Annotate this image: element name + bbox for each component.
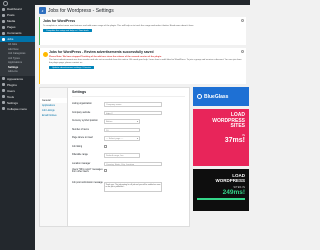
page-title: Jobs for Wordpress - Settings [48, 7, 114, 14]
form-row: Listing organization Company name [72, 100, 185, 109]
ad-headline: SITES [230, 123, 245, 129]
main-content: J Jobs for Wordpress - Settings Jobs for… [35, 5, 250, 250]
notice-tracking: Jobs for WordPress To complete or select… [39, 17, 246, 45]
collapse-icon [2, 107, 5, 110]
form-row: Job post submission message Thank you. Th… [72, 181, 185, 194]
company-website-input[interactable]: https:// [104, 110, 162, 115]
ad-bar [197, 198, 245, 200]
form-row: Currency symbol position Before [72, 117, 185, 126]
field-label: Page where to insert [72, 137, 94, 140]
form-row: Job listing [72, 143, 185, 152]
notice-tracking-text: To complete or select more new features … [43, 24, 194, 27]
settings-panel: General Applications Job Listings Email … [39, 87, 190, 227]
filterable-range-input[interactable]: Default range, km [104, 153, 140, 158]
close-icon[interactable] [241, 50, 244, 53]
notice-tracking-title: Jobs for WordPress [43, 19, 76, 23]
page-header: J Jobs for Wordpress - Settings [39, 5, 250, 16]
form-row: Location manager Country, State, City, Lo… [72, 160, 185, 169]
form-row: Users "Why report" messages from other u… [72, 168, 185, 181]
ad-time: 249ms! [222, 189, 245, 196]
plugins-icon [2, 83, 5, 86]
notice-review-text: The latest advertisement was from vendor… [49, 58, 242, 64]
hosting-ad-black[interactable]: LOAD WORDPRESS SITES IN 249ms! [193, 169, 249, 211]
media-icon [2, 19, 5, 23]
blueglass-ad[interactable]: BlueGlass [193, 87, 249, 106]
update-settings-button[interactable]: Update advertisement settings / Dismiss [49, 66, 95, 70]
tools-icon [2, 95, 5, 98]
appearance-icon [2, 77, 5, 80]
location-manager-input[interactable]: Country, State, City, Location [104, 161, 162, 166]
ad-headline: WORDPRESS [215, 178, 245, 183]
users-icon [2, 89, 5, 92]
form-row: Filterable range Default range, km [72, 151, 185, 160]
field-label: Currency symbol position [72, 120, 98, 123]
posts-icon [2, 13, 5, 17]
notice-review: Jobs for WordPress - Review advertisemen… [39, 48, 246, 84]
field-label: Job listing [72, 145, 83, 148]
field-label: Company website [72, 111, 91, 114]
submenu-item-add-ons[interactable]: Add-ons [0, 70, 35, 75]
field-label: Number of items [72, 128, 89, 131]
field-label: Listing organization [72, 103, 92, 106]
admin-sidebar: Dashboard Posts Media Pages Comments Job… [0, 0, 35, 250]
currency-position-select[interactable]: Before [104, 119, 140, 124]
field-label: Location manager [72, 162, 91, 165]
sidebar-item-collapse[interactable]: Collapse menu [0, 106, 35, 112]
blueglass-logo-icon [197, 94, 202, 99]
listing-organization-input[interactable]: Company name [104, 102, 162, 107]
page-select[interactable]: — Select page — [104, 136, 140, 141]
settings-icon [2, 101, 5, 104]
form-row: Page where to insert — Select page — [72, 134, 185, 143]
form-row: Company website https:// [72, 109, 185, 118]
notice-review-title: Jobs for WordPress - Review advertisemen… [49, 50, 154, 54]
job-listing-checkbox[interactable] [104, 145, 107, 149]
why-report-checkbox[interactable] [104, 169, 107, 172]
jobs-submenu: All Jobs Add New Job Categories Job Type… [0, 42, 35, 76]
complete-setup-button[interactable]: Complete the setup and help us / Dont tr… [43, 29, 92, 33]
field-label: Filterable range [72, 154, 88, 157]
dashboard-icon [2, 7, 5, 11]
hosting-ad-pink[interactable]: LOAD WORDPRESS SITES IN 37ms! [193, 109, 249, 166]
wordpress-icon [3, 0, 8, 6]
tab-email-notices[interactable]: Email Notices [40, 113, 67, 118]
close-icon[interactable] [241, 19, 244, 22]
field-label: Users "Why report" messages from other u… [72, 169, 103, 173]
jobs-icon [2, 37, 5, 41]
section-title: Settings [72, 90, 185, 97]
form-row: Number of items 10 [72, 126, 185, 135]
ad-time: 37ms! [224, 136, 245, 144]
settings-form: Settings Listing organization Company nam… [68, 88, 189, 226]
pages-icon [2, 25, 5, 29]
plugin-logo: J [39, 7, 46, 14]
ads-column: BlueGlass LOAD WORDPRESS SITES IN 37ms! … [193, 87, 249, 227]
submission-message-textarea[interactable]: Thank you. The job posting for all job a… [104, 182, 162, 192]
warning-icon [43, 52, 48, 57]
field-label: Job post submission message [72, 182, 103, 184]
comments-icon [2, 31, 5, 35]
settings-tabs: General Applications Job Listings Email … [40, 88, 68, 226]
number-of-items-input[interactable]: 10 [104, 127, 140, 132]
